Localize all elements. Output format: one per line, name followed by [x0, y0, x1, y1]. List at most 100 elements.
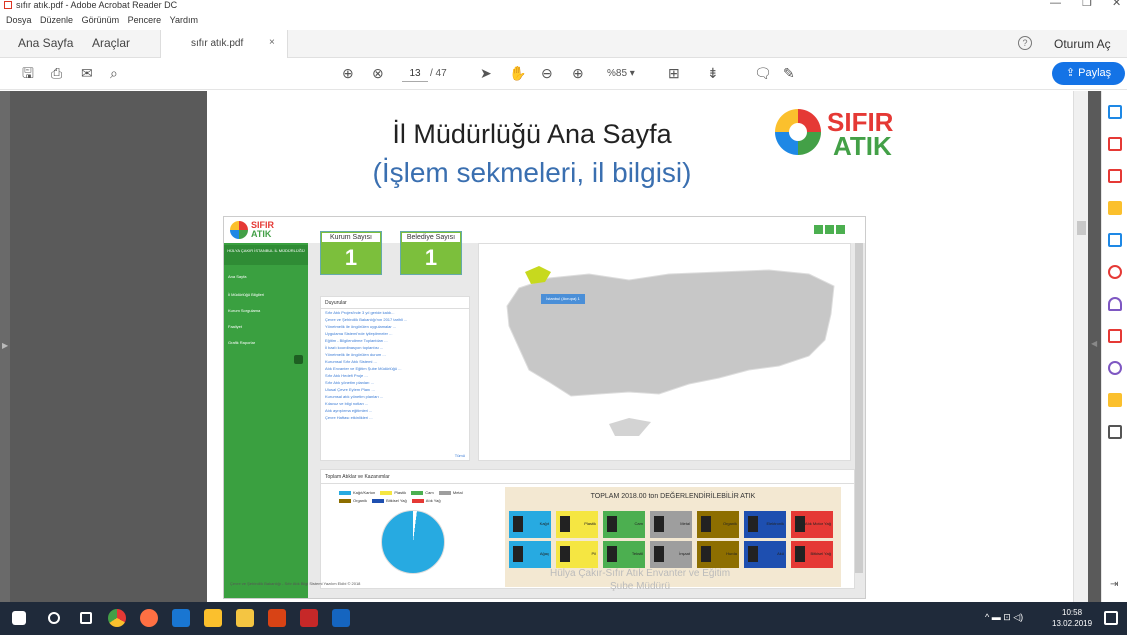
legend-item: Plastik	[394, 490, 407, 495]
protect-icon[interactable]	[1108, 297, 1122, 311]
search-icon[interactable]: ⌕	[110, 65, 118, 81]
waste-category-cell: Hurda	[697, 541, 739, 568]
document-scrollbar[interactable]	[1073, 91, 1088, 602]
waste-category-icon	[513, 546, 523, 562]
stat-card-value: 1	[344, 245, 358, 270]
waste-pie-chart	[381, 510, 445, 574]
embedded-app-screenshot: SIFIR ATIK HÜLYA ÇAKIR İSTANBUL İL MÜDÜR…	[223, 216, 866, 599]
waste-category-label: Kağıt	[539, 521, 549, 526]
combine-files-icon[interactable]	[1108, 233, 1122, 247]
scroll-mode-icon[interactable]: ⇟	[707, 65, 719, 81]
comment-icon[interactable]: 🗨	[754, 65, 772, 81]
legend-item: Metal	[452, 490, 463, 495]
share-label: Paylaş	[1078, 67, 1112, 79]
next-page-icon[interactable]: ⊗	[372, 65, 384, 81]
sign-in-link[interactable]: Oturum Aç	[1054, 37, 1111, 51]
waste-category-icon	[654, 516, 664, 532]
app-logo-icon	[230, 221, 248, 239]
taskbar-clock[interactable]: 10:58 13.02.2019	[1052, 607, 1092, 629]
previous-page-icon[interactable]: ⊕	[342, 65, 354, 81]
menu-window[interactable]: Pencere	[128, 15, 162, 25]
turkey-map: İstanbul (Avrupa) 1	[478, 243, 851, 461]
turkey-map-graphic	[506, 266, 835, 436]
firefox-icon[interactable]	[140, 609, 158, 627]
page-number-input[interactable]: 13	[402, 65, 428, 82]
zoom-out-icon[interactable]: ⊖	[541, 65, 553, 81]
edit-pdf-icon[interactable]	[1108, 169, 1122, 183]
file-explorer-icon[interactable]	[236, 609, 254, 627]
export-pdf-icon[interactable]	[1108, 105, 1122, 119]
waste-category-cell: Metal	[650, 511, 692, 538]
sidebar-item-info: İl Müdürlüğü Bilgileri	[228, 292, 265, 297]
zoom-in-icon[interactable]: ⊕	[572, 65, 584, 81]
acrobat-taskbar-icon[interactable]	[300, 609, 318, 627]
paint-icon[interactable]	[204, 609, 222, 627]
clock-time: 10:58	[1062, 608, 1083, 617]
announcement-item: Yönetmelik ile öngörülen uygulamalar ...	[325, 324, 397, 329]
close-window-button[interactable]: ✕	[1112, 0, 1121, 9]
organize-pages-icon[interactable]	[1108, 329, 1122, 343]
waste-category-icon	[607, 546, 617, 562]
logo-text-2: ATIK	[833, 131, 892, 161]
sidebar-gear-icon	[294, 355, 303, 364]
waste-category-label: Elektronik	[766, 521, 784, 526]
hand-tool-icon[interactable]: ✋	[509, 65, 526, 81]
task-view-icon[interactable]	[80, 612, 92, 624]
collapse-right-panel-icon[interactable]: ◀	[1091, 339, 1097, 348]
word-icon[interactable]	[332, 609, 350, 627]
legend-item: Organik	[353, 498, 368, 503]
stat-card-label: Kurum Sayısı	[321, 232, 381, 243]
send-signature-icon[interactable]	[1108, 361, 1122, 375]
tab-tools[interactable]: Araçlar	[92, 36, 130, 50]
document-viewer[interactable]: ▶ İl Müdürlüğü Ana Sayfa (İşlem sekmeler…	[0, 91, 1127, 602]
maximize-button[interactable]: ❐	[1082, 0, 1092, 9]
send-review-icon[interactable]	[1108, 393, 1122, 407]
chrome-icon[interactable]	[108, 609, 126, 627]
fit-page-icon[interactable]: ⊞	[668, 65, 680, 81]
waste-category-label: Cam	[634, 521, 643, 526]
waste-category-cell: Bitkisel Yağ	[791, 541, 833, 568]
minimize-button[interactable]: —	[1050, 0, 1061, 9]
notification-center-icon[interactable]	[1104, 611, 1118, 625]
waste-category-label: Ağaç	[539, 551, 549, 556]
zoom-level-select[interactable]: %85 ▾	[607, 65, 635, 82]
waste-grid-title: TOPLAM 2018.00 ton DEĞERLENDİRİLEBİLİR A…	[590, 493, 756, 500]
waste-category-label: Bitkisel Yağ	[810, 551, 831, 556]
menu-help[interactable]: Yardım	[170, 15, 198, 25]
print-icon[interactable]: ⎙	[51, 65, 62, 81]
waste-category-cell: Ağaç	[509, 541, 551, 568]
expand-panel-icon[interactable]: ⇥	[1110, 579, 1118, 590]
windows-start-icon[interactable]	[12, 611, 26, 625]
stat-card-value: 1	[424, 245, 438, 270]
more-tools-icon[interactable]	[1108, 425, 1122, 439]
tab-document[interactable]: sıfır atık.pdf ×	[160, 30, 288, 58]
comment-tool-icon[interactable]	[1108, 201, 1122, 215]
left-panel-toggle[interactable]: ▶	[0, 91, 10, 602]
close-tab-icon[interactable]: ×	[269, 37, 275, 48]
save-icon[interactable]: 🖫	[22, 65, 34, 81]
share-button[interactable]: ⇪ Paylaş	[1052, 62, 1125, 85]
windows-taskbar: ^ ▬ ⊡ ◁) 10:58 13.02.2019	[0, 602, 1127, 635]
tab-home[interactable]: Ana Sayfa	[18, 36, 73, 50]
legend-item: Cam	[425, 490, 434, 495]
sifir-atik-logo: SIFIR ATIK	[773, 105, 893, 167]
announcement-item: Yönetmelik ile öngörülen durum ...	[325, 352, 386, 357]
scrollbar-thumb[interactable]	[1077, 221, 1086, 235]
menu-view[interactable]: Görünüm	[82, 15, 120, 25]
email-icon[interactable]: ✉	[81, 65, 93, 81]
search-taskbar-icon[interactable]	[48, 612, 60, 624]
create-pdf-icon[interactable]	[1108, 137, 1122, 151]
menu-edit[interactable]: Düzenle	[40, 15, 73, 25]
select-tool-icon[interactable]: ➤	[480, 65, 492, 81]
outlook-icon[interactable]	[172, 609, 190, 627]
fill-sign-icon[interactable]	[1108, 265, 1122, 279]
waste-category-cell: Tekstil	[603, 541, 645, 568]
waste-panel-title: Toplam Atıklar ve Kazanımlar	[321, 470, 854, 484]
menu-file[interactable]: Dosya	[6, 15, 32, 25]
expand-left-icon: ▶	[2, 341, 9, 350]
pen-icon[interactable]: ✎	[783, 65, 795, 81]
help-icon[interactable]: ?	[1018, 36, 1032, 50]
system-tray-icons[interactable]: ^ ▬ ⊡ ◁)	[985, 612, 1023, 623]
waste-category-icon	[560, 516, 570, 532]
powerpoint-icon[interactable]	[268, 609, 286, 627]
